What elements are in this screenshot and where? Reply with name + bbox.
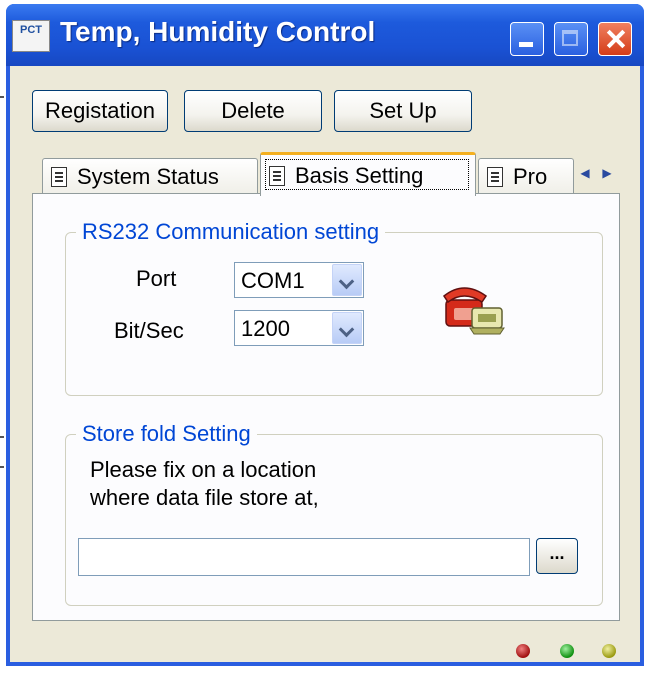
port-select[interactable]: COM1	[234, 262, 364, 298]
window-title: Temp, Humidity Control	[60, 16, 376, 47]
background-mark	[0, 96, 4, 98]
browse-button[interactable]: ...	[536, 538, 578, 574]
store-path-input[interactable]	[78, 538, 530, 576]
bitsec-label: Bit/Sec	[114, 318, 184, 343]
title-bar[interactable]: PCT Temp, Humidity Control	[6, 4, 644, 66]
document-icon	[487, 167, 503, 187]
tab-label: Pro	[513, 164, 548, 189]
telephone-icon	[442, 287, 505, 335]
tab-label: Basis Setting	[295, 163, 424, 188]
store-description-line1: Please fix on a location	[90, 457, 317, 482]
background-mark	[0, 466, 4, 468]
app-icon: PCT	[12, 20, 50, 52]
setup-button[interactable]: Set Up	[334, 90, 472, 132]
status-led-green	[560, 644, 574, 658]
window-client-area: Registation Delete Set Up System Status …	[10, 66, 640, 662]
bitsec-value: 1200	[241, 316, 290, 341]
tab-scroll-arrows: ◀ ▶	[574, 160, 620, 184]
scroll-left-icon[interactable]: ◀	[576, 164, 594, 182]
main-window: PCT Temp, Humidity Control Registation D…	[6, 4, 644, 666]
tab-system-status[interactable]: System Status	[42, 158, 258, 194]
chevron-down-icon[interactable]	[332, 264, 362, 296]
tab-basis-setting[interactable]: Basis Setting	[260, 152, 476, 196]
store-legend: Store fold Setting	[76, 421, 257, 447]
port-label: Port	[136, 266, 177, 291]
minimize-button[interactable]	[510, 22, 544, 56]
background-mark	[0, 436, 4, 438]
document-icon	[269, 166, 285, 186]
chevron-down-icon[interactable]	[332, 312, 362, 344]
tab-pro[interactable]: Pro	[478, 158, 574, 194]
registation-button[interactable]: Registation	[32, 90, 168, 132]
tab-label: System Status	[77, 164, 219, 189]
document-icon	[51, 167, 67, 187]
scroll-right-icon[interactable]: ▶	[598, 164, 616, 182]
status-led-yellow	[602, 644, 616, 658]
rs232-legend: RS232 Communication setting	[76, 219, 386, 245]
maximize-button[interactable]	[554, 22, 588, 56]
bitsec-select[interactable]: 1200	[234, 310, 364, 346]
close-button[interactable]	[598, 22, 632, 56]
port-value: COM1	[241, 268, 305, 293]
delete-button[interactable]: Delete	[184, 90, 322, 132]
status-led-red	[516, 644, 530, 658]
store-description-line2: where data file store at,	[90, 485, 319, 510]
